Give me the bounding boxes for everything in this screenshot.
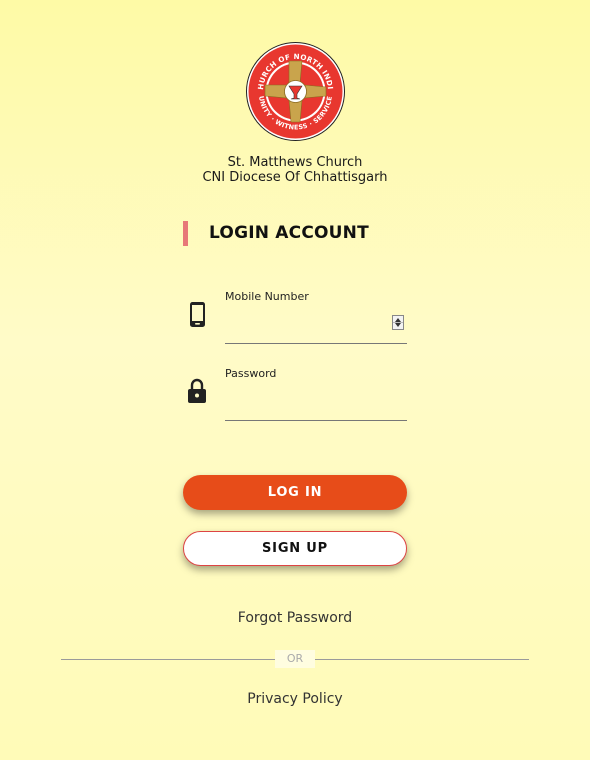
church-diocese: CNI Diocese Of Chhattisgarh xyxy=(202,170,388,185)
password-input[interactable] xyxy=(225,396,407,421)
mobile-number-label: Mobile Number xyxy=(225,290,309,303)
page-title: LOGIN ACCOUNT xyxy=(209,223,369,243)
cni-emblem-icon: CHURCH OF NORTH INDIA UNITY · WITNESS · … xyxy=(242,34,345,141)
spinner-down-icon[interactable] xyxy=(395,323,401,327)
or-separator: OR xyxy=(275,650,315,668)
heading-accent-bar xyxy=(183,221,188,246)
church-name: St. Matthews Church xyxy=(227,155,363,170)
password-label: Password xyxy=(225,367,277,380)
signup-button[interactable]: SIGN UP xyxy=(183,531,407,566)
number-spinner[interactable] xyxy=(392,315,404,330)
forgot-password-link[interactable]: Forgot Password xyxy=(238,610,352,626)
privacy-policy-link[interactable]: Privacy Policy xyxy=(247,691,342,707)
church-logo: CHURCH OF NORTH INDIA UNITY · WITNESS · … xyxy=(242,34,346,142)
privacy-policy-row: Privacy Policy xyxy=(0,691,590,707)
lock-icon xyxy=(187,378,207,408)
forgot-password-row: Forgot Password xyxy=(0,610,590,626)
login-button[interactable]: LOG IN xyxy=(183,475,407,510)
mobile-phone-icon xyxy=(189,301,206,332)
divider-right xyxy=(315,659,529,660)
divider-left xyxy=(61,659,275,660)
mobile-number-input[interactable] xyxy=(225,319,407,344)
